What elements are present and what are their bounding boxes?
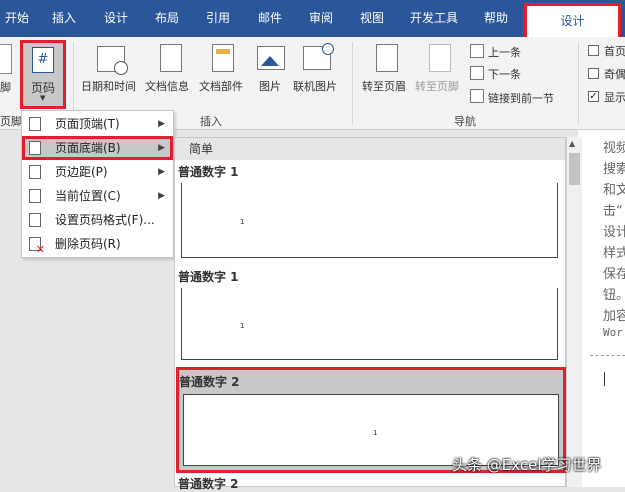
page-number-button[interactable]: # 页码 ▼	[20, 40, 66, 109]
odd-even-checkbox[interactable]	[588, 68, 599, 79]
page-number-preview: 1	[240, 218, 245, 226]
document-text-line: 钮。	[603, 288, 625, 303]
chevron-down-icon: ▼	[40, 94, 46, 102]
format-page-number-icon	[29, 213, 41, 227]
menu-item-page-margins[interactable]: 页边距(P) ▶	[22, 160, 173, 184]
insert-group-label: 插入	[200, 115, 222, 128]
document-text-line: 击“	[603, 204, 623, 219]
online-pictures-button[interactable]: 联机图片	[293, 78, 337, 94]
picture-icon	[257, 46, 285, 70]
goto-header-icon	[376, 44, 398, 72]
date-time-button[interactable]: 日期和时间	[81, 78, 136, 94]
document-text-line: 设计	[603, 225, 625, 240]
current-position-icon	[29, 189, 41, 203]
tab-header-footer-design[interactable]: 设计	[524, 3, 621, 37]
goto-footer-button[interactable]: 转至页脚	[415, 78, 459, 94]
page-number-preview: 1	[240, 322, 245, 330]
gallery-section-header: 简单	[175, 138, 565, 160]
gallery-item-plain-number-1[interactable]: 1	[181, 183, 558, 258]
chevron-right-icon: ▶	[158, 191, 165, 201]
link-previous-icon	[470, 89, 484, 103]
page-number-menu: 页面顶端(T) ▶ 页面底端(B) ▶ 页边距(P) ▶ 当前位置(C) ▶ 设…	[21, 110, 174, 258]
first-page-option-label: 首页	[604, 45, 625, 58]
page-bottom-icon	[29, 141, 41, 155]
chevron-right-icon: ▶	[158, 143, 165, 153]
page-bottom-gallery: 简单 普通数字 1 1 普通数字 1 1 普通数字 2 1 普通数字 2	[174, 137, 566, 491]
document-info-button[interactable]: 文档信息	[145, 78, 189, 94]
scroll-up-icon[interactable]: ▲	[569, 139, 575, 148]
chevron-right-icon: ▶	[158, 167, 165, 177]
menu-item-format-page-numbers[interactable]: 设置页码格式(F)...	[22, 208, 173, 232]
tab-developer[interactable]: 开发工具	[402, 0, 466, 37]
tab-layout[interactable]: 布局	[147, 0, 187, 37]
navigation-group-label: 导航	[454, 115, 476, 128]
show-text-checkbox[interactable]: ✓	[588, 91, 599, 102]
document-text-line: 加容	[603, 309, 625, 324]
page-number-preview: 1	[373, 429, 378, 437]
gallery-item-title: 普通数字 2	[179, 375, 240, 389]
ribbon-divider	[352, 42, 353, 125]
quick-parts-icon	[212, 44, 234, 72]
page-margin-icon	[29, 165, 41, 179]
tab-home[interactable]: 开始	[0, 0, 34, 37]
document-text-line: 保存	[603, 267, 625, 282]
quick-parts-button[interactable]: 文档部件	[199, 78, 243, 94]
tab-design[interactable]: 设计	[96, 0, 136, 37]
remove-page-number-icon: ✕	[29, 237, 45, 255]
next-icon	[470, 66, 484, 80]
first-page-checkbox[interactable]	[588, 45, 599, 56]
next-button[interactable]: 下一条	[488, 66, 521, 82]
document-text-line: 搜索	[603, 162, 625, 177]
ribbon-divider	[578, 42, 579, 125]
text-cursor	[604, 372, 605, 386]
footer-button-label[interactable]: 脚	[0, 79, 11, 95]
chevron-right-icon: ▶	[158, 119, 165, 129]
tab-insert[interactable]: 插入	[44, 0, 84, 37]
tab-mailings[interactable]: 邮件	[250, 0, 290, 37]
calendar-clock-icon	[97, 46, 128, 75]
document-text-line: 视频	[603, 141, 625, 156]
odd-even-option-label: 奇偶	[604, 68, 625, 81]
page-number-icon: #	[32, 47, 54, 73]
ribbon-tab-bar: 开始 插入 设计 布局 引用 邮件 审阅 视图 开发工具 帮助 设计	[0, 0, 625, 37]
gallery-item-title: 普通数字 2	[178, 477, 239, 491]
gallery-item-title: 普通数字 1	[178, 270, 239, 284]
document-text-line: Wor	[603, 326, 623, 339]
menu-item-top-of-page[interactable]: 页面顶端(T) ▶	[22, 112, 173, 136]
tab-view[interactable]: 视图	[352, 0, 392, 37]
menu-item-remove-page-numbers[interactable]: ✕ 删除页码(R)	[22, 232, 173, 256]
gallery-item-title: 普通数字 1	[178, 165, 239, 179]
document-info-icon	[160, 44, 182, 72]
scrollbar-thumb[interactable]	[569, 153, 580, 185]
footer-group-label: 页脚	[0, 115, 22, 128]
show-text-option-label: 显示	[604, 91, 625, 104]
gallery-item-plain-number-1[interactable]: 1	[181, 288, 558, 360]
online-picture-icon	[303, 43, 334, 70]
footer-boundary	[590, 355, 625, 356]
gallery-scrollbar[interactable]: ▲	[566, 137, 582, 487]
document-text-line: 和文	[603, 183, 625, 198]
page-top-icon	[29, 117, 41, 131]
tab-help[interactable]: 帮助	[476, 0, 516, 37]
previous-icon	[470, 44, 484, 58]
goto-footer-icon	[429, 44, 451, 72]
menu-item-current-position[interactable]: 当前位置(C) ▶	[22, 184, 173, 208]
menu-item-bottom-of-page[interactable]: 页面底端(B) ▶	[22, 136, 173, 160]
tab-references[interactable]: 引用	[198, 0, 238, 37]
goto-header-button[interactable]: 转至页眉	[362, 78, 406, 94]
previous-button[interactable]: 上一条	[488, 44, 521, 60]
footer-icon	[0, 44, 12, 74]
pictures-button[interactable]: 图片	[259, 78, 281, 94]
document-text-line: 样式	[603, 246, 625, 261]
link-previous-button[interactable]: 链接到前一节	[488, 90, 554, 106]
watermark: 头条 @Excel学习世界	[452, 456, 602, 474]
tab-review[interactable]: 审阅	[301, 0, 341, 37]
